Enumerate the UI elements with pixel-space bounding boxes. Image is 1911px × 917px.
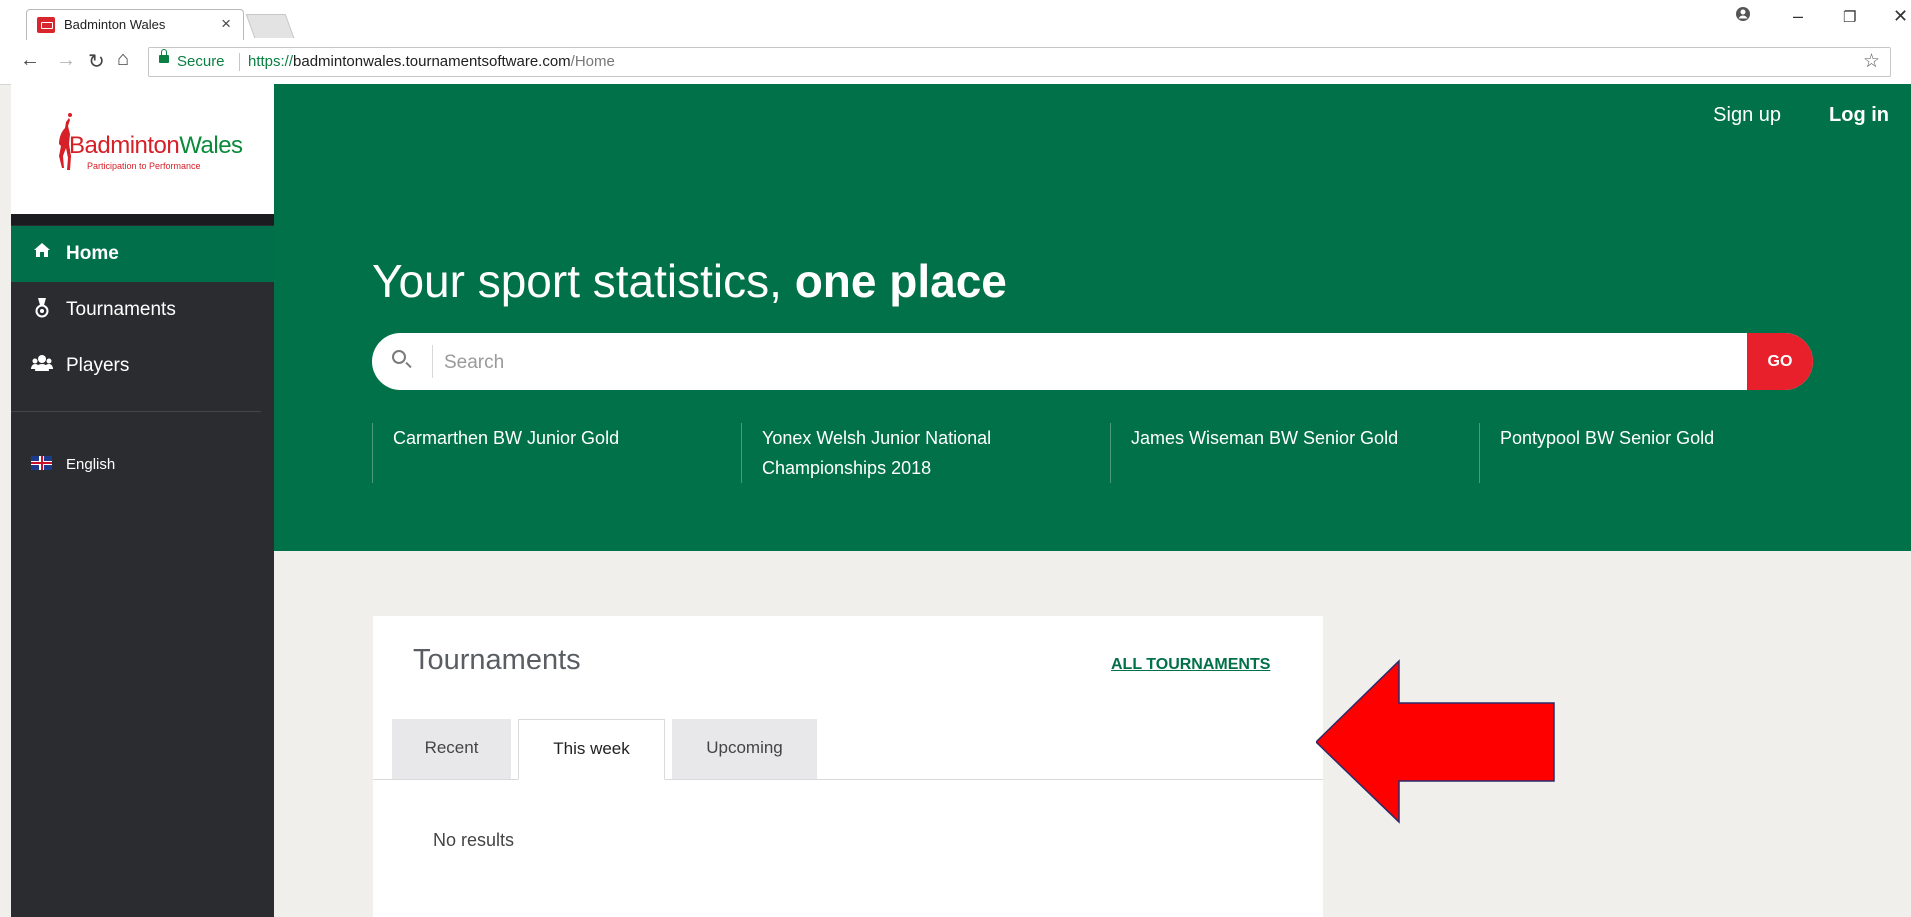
tournament-tabs: Recent This week Upcoming [373,719,1323,780]
search-go-button[interactable]: GO [1747,333,1813,390]
search-bar: GO [372,333,1813,390]
page: BadmintonWales Participation to Performa… [11,84,1911,917]
tournaments-card-title: Tournaments [413,644,581,676]
players-icon [31,354,53,377]
back-icon[interactable]: ← [20,49,40,72]
url-path: /Home [570,53,615,70]
featured-tournament-link[interactable]: Pontypool BW Senior Gold [1479,423,1809,483]
logo-brand-part1: Badminton [69,132,180,159]
hero-title-bold: one place [794,255,1007,307]
sidebar-item-label: Players [66,355,130,376]
empty-results-text: No results [433,830,515,850]
search-input[interactable] [442,341,1716,384]
forward-icon[interactable]: → [56,49,76,72]
featured-tournament-link[interactable]: Carmarthen BW Junior Gold [372,423,702,483]
tournaments-card: Tournaments ALL TOURNAMENTS Recent This … [373,616,1323,917]
sidebar-item-tournaments[interactable]: Tournaments [11,282,274,338]
restore-icon[interactable]: ❐ [1843,8,1856,26]
home-icon[interactable]: ⌂ [117,48,129,71]
address-bar: ← → ↻ ⌂ Secure https://badmintonwales.to… [0,40,1911,85]
login-link[interactable]: Log in [1829,104,1889,126]
tab-upcoming[interactable]: Upcoming [672,719,817,779]
featured-tournaments: Carmarthen BW Junior Gold Yonex Welsh Ju… [372,423,1852,493]
sidebar-item-players[interactable]: Players [11,338,274,394]
tab-title: Badminton Wales [64,17,166,32]
favicon-icon [37,17,55,33]
logo-wordmark: BadmintonWales [69,132,243,160]
language-label: English [66,456,116,473]
featured-tournament-link[interactable]: Yonex Welsh Junior National Championship… [741,423,1041,483]
url-field[interactable]: Secure https://badmintonwales.tournament… [148,47,1891,77]
minimize-icon[interactable]: – [1793,6,1803,27]
hero-title-regular: Your sport statistics, [372,255,782,307]
tab-this-week[interactable]: This week [518,719,665,780]
search-icon [392,350,406,364]
signup-link[interactable]: Sign up [1713,104,1781,126]
sidebar-strip [11,214,274,225]
url-host: badmintonwales.tournamentsoftware.com [293,53,571,70]
url-scheme: https:// [248,53,294,70]
language-selector[interactable]: English [11,446,274,486]
sidebar-item-label: Tournaments [66,299,176,320]
sidebar-divider [11,411,261,412]
tab-recent[interactable]: Recent [392,719,511,779]
all-tournaments-link[interactable]: ALL TOURNAMENTS [1111,656,1270,674]
hero-title: Your sport statistics, one place [372,254,1007,308]
bookmark-star-icon[interactable]: ☆ [1863,50,1880,73]
red-arrow-annotation [1316,659,1555,824]
sidebar-item-home[interactable]: Home [11,226,274,282]
featured-tournament-link[interactable]: James Wiseman BW Senior Gold [1110,423,1440,483]
browser-tab[interactable]: Badminton Wales × [26,9,244,40]
new-tab-button[interactable] [245,14,295,38]
sidebar-item-label: Home [66,243,119,264]
medal-icon [31,298,53,323]
logo-tagline: Participation to Performance [87,161,201,171]
hero-section: Sign up Log in Your sport statistics, one… [274,84,1911,551]
tab-close-icon[interactable]: × [221,14,231,34]
secure-label: Secure [177,53,225,70]
sidebar: BadmintonWales Participation to Performa… [11,84,274,917]
logo-brand-part2: Wales [179,132,243,159]
logo[interactable]: BadmintonWales Participation to Performa… [11,84,274,214]
search-divider [432,345,433,378]
account-links: Sign up Log in [1665,104,1889,127]
reload-icon[interactable]: ↻ [88,49,105,74]
close-icon[interactable]: ✕ [1893,6,1908,27]
url-text: https://badmintonwales.tournamentsoftwar… [248,53,615,70]
account-icon[interactable] [1735,6,1751,27]
lock-icon [159,49,169,63]
browser-tab-bar: Badminton Wales × – ❐ ✕ [0,0,1911,40]
omnibox-divider [239,53,240,71]
home-icon [31,242,53,263]
uk-flag-icon [31,456,52,470]
